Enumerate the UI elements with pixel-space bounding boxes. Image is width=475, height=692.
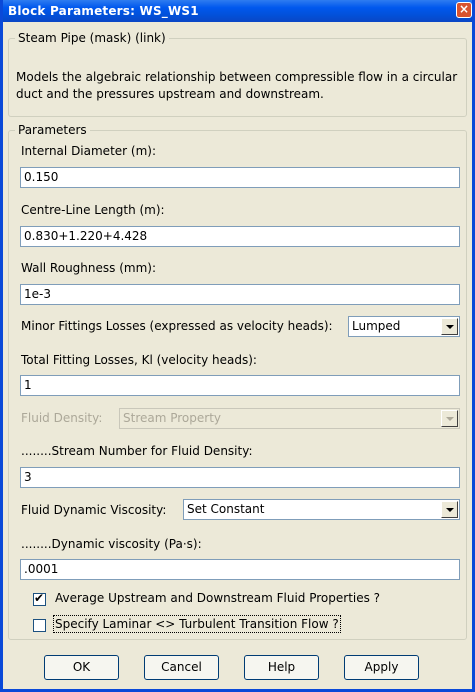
centre-line-length-value: 0.830+1.220+4.428 <box>24 229 148 243</box>
dynamic-viscosity-label: ........Dynamic viscosity (Pa·s): <box>21 537 202 551</box>
close-button[interactable]: × <box>456 2 472 18</box>
help-button-label: Help <box>267 660 296 674</box>
internal-diameter-label: Internal Diameter (m): <box>21 144 156 158</box>
minor-fittings-select[interactable]: Lumped <box>348 316 460 337</box>
apply-button[interactable]: Apply <box>344 655 419 680</box>
mask-description-line2: duct and the pressures upstream and down… <box>16 87 324 101</box>
help-button[interactable]: Help <box>244 655 319 680</box>
fluid-viscosity-select[interactable]: Set Constant <box>183 499 460 520</box>
fluid-viscosity-value: Set Constant <box>187 502 265 516</box>
wall-roughness-input[interactable]: 1e-3 <box>20 284 460 305</box>
stream-number-label: ........Stream Number for Fluid Density: <box>21 444 253 458</box>
chevron-down-icon[interactable] <box>441 501 458 518</box>
mask-description-line1: Models the algebraic relationship betwee… <box>16 70 458 84</box>
internal-diameter-input[interactable]: 0.150 <box>20 167 460 188</box>
centre-line-length-label: Centre-Line Length (m): <box>21 203 165 217</box>
chevron-down-icon <box>441 410 458 427</box>
internal-diameter-value: 0.150 <box>24 170 59 184</box>
total-fitting-losses-input[interactable]: 1 <box>20 375 460 396</box>
laminar-transition-label[interactable]: Specify Laminar <> Turbulent Transition … <box>53 615 341 633</box>
total-fitting-losses-value: 1 <box>24 378 32 392</box>
minor-fittings-label: Minor Fittings Losses (expressed as velo… <box>21 319 333 333</box>
chevron-down-icon[interactable] <box>441 318 458 335</box>
ok-button[interactable]: OK <box>44 655 119 680</box>
dynamic-viscosity-value: .0001 <box>24 562 59 576</box>
parameters-legend: Parameters <box>15 123 90 137</box>
apply-button-label: Apply <box>364 660 399 674</box>
window-title: Block Parameters: WS_WS1 <box>8 4 199 18</box>
fluid-density-label: Fluid Density: <box>21 411 103 425</box>
close-icon: × <box>458 2 470 16</box>
fluid-density-select: Stream Property <box>119 408 460 429</box>
total-fitting-losses-label: Total Fitting Losses, Kl (velocity heads… <box>21 353 257 367</box>
ok-button-label: OK <box>72 660 91 674</box>
stream-number-input[interactable]: 3 <box>20 467 460 488</box>
mask-legend: Steam Pipe (mask) (link) <box>15 31 169 45</box>
average-props-checkbox[interactable]: ✔ <box>33 591 46 606</box>
cancel-button[interactable]: Cancel <box>144 655 219 680</box>
block-parameters-dialog: Block Parameters: WS_WS1 × Steam Pipe (m… <box>0 0 475 692</box>
wall-roughness-value: 1e-3 <box>24 287 51 301</box>
checkmark-icon: ✔ <box>34 591 45 605</box>
centre-line-length-input[interactable]: 0.830+1.220+4.428 <box>20 226 460 247</box>
title-bar[interactable]: Block Parameters: WS_WS1 × <box>3 0 472 22</box>
minor-fittings-value: Lumped <box>352 319 401 333</box>
stream-number-value: 3 <box>24 470 32 484</box>
laminar-transition-checkbox[interactable] <box>33 619 46 632</box>
average-props-label[interactable]: Average Upstream and Downstream Fluid Pr… <box>55 591 380 605</box>
cancel-button-label: Cancel <box>161 660 202 674</box>
fluid-viscosity-label: Fluid Dynamic Viscosity: <box>21 503 167 517</box>
wall-roughness-label: Wall Roughness (mm): <box>21 261 156 275</box>
fluid-density-value: Stream Property <box>123 411 222 425</box>
dynamic-viscosity-input[interactable]: .0001 <box>20 559 460 580</box>
